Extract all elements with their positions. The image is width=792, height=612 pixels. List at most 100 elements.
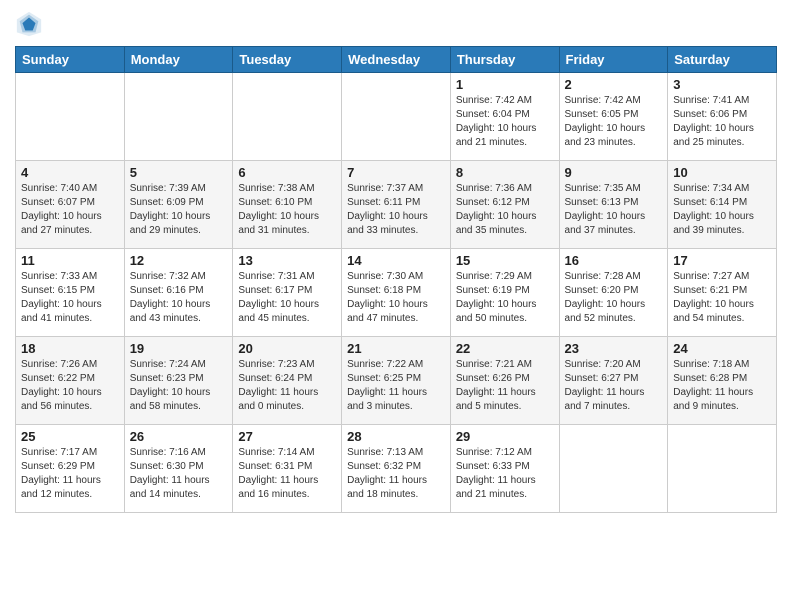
day-number: 26 <box>130 429 228 444</box>
day-info: Sunrise: 7:34 AM Sunset: 6:14 PM Dayligh… <box>673 182 771 238</box>
day-info: Sunrise: 7:30 AM Sunset: 6:18 PM Dayligh… <box>347 270 445 326</box>
calendar-cell <box>233 73 342 161</box>
calendar-cell: 27 Sunrise: 7:14 AM Sunset: 6:31 PM Dayli… <box>233 425 342 513</box>
day-info: Sunrise: 7:29 AM Sunset: 6:19 PM Dayligh… <box>456 270 554 326</box>
day-number: 11 <box>21 253 119 268</box>
day-info: Sunrise: 7:17 AM Sunset: 6:29 PM Dayligh… <box>21 446 119 502</box>
day-info: Sunrise: 7:33 AM Sunset: 6:15 PM Dayligh… <box>21 270 119 326</box>
day-info: Sunrise: 7:24 AM Sunset: 6:23 PM Dayligh… <box>130 358 228 414</box>
day-number: 29 <box>456 429 554 444</box>
day-number: 2 <box>565 77 663 92</box>
calendar-cell: 8 Sunrise: 7:36 AM Sunset: 6:12 PM Daylig… <box>450 161 559 249</box>
day-info: Sunrise: 7:18 AM Sunset: 6:28 PM Dayligh… <box>673 358 771 414</box>
week-row-1: 1 Sunrise: 7:42 AM Sunset: 6:04 PM Daylig… <box>16 73 777 161</box>
calendar-cell: 14 Sunrise: 7:30 AM Sunset: 6:18 PM Dayli… <box>342 249 451 337</box>
day-info: Sunrise: 7:28 AM Sunset: 6:20 PM Dayligh… <box>565 270 663 326</box>
day-number: 18 <box>21 341 119 356</box>
day-info: Sunrise: 7:13 AM Sunset: 6:32 PM Dayligh… <box>347 446 445 502</box>
day-number: 27 <box>238 429 336 444</box>
day-info: Sunrise: 7:14 AM Sunset: 6:31 PM Dayligh… <box>238 446 336 502</box>
page: SundayMondayTuesdayWednesdayThursdayFrid… <box>0 0 792 612</box>
calendar-cell: 21 Sunrise: 7:22 AM Sunset: 6:25 PM Dayli… <box>342 337 451 425</box>
week-row-5: 25 Sunrise: 7:17 AM Sunset: 6:29 PM Dayli… <box>16 425 777 513</box>
calendar-cell: 12 Sunrise: 7:32 AM Sunset: 6:16 PM Dayli… <box>124 249 233 337</box>
calendar-cell: 28 Sunrise: 7:13 AM Sunset: 6:32 PM Dayli… <box>342 425 451 513</box>
day-number: 14 <box>347 253 445 268</box>
day-number: 28 <box>347 429 445 444</box>
calendar-cell: 19 Sunrise: 7:24 AM Sunset: 6:23 PM Dayli… <box>124 337 233 425</box>
day-info: Sunrise: 7:35 AM Sunset: 6:13 PM Dayligh… <box>565 182 663 238</box>
day-number: 19 <box>130 341 228 356</box>
day-info: Sunrise: 7:39 AM Sunset: 6:09 PM Dayligh… <box>130 182 228 238</box>
calendar-cell: 13 Sunrise: 7:31 AM Sunset: 6:17 PM Dayli… <box>233 249 342 337</box>
calendar-cell <box>124 73 233 161</box>
day-info: Sunrise: 7:37 AM Sunset: 6:11 PM Dayligh… <box>347 182 445 238</box>
day-number: 12 <box>130 253 228 268</box>
col-header-saturday: Saturday <box>668 47 777 73</box>
calendar-cell: 7Sunrise: 7:37 AM Sunset: 6:11 PM Daylig… <box>342 161 451 249</box>
col-header-thursday: Thursday <box>450 47 559 73</box>
col-header-tuesday: Tuesday <box>233 47 342 73</box>
day-number: 24 <box>673 341 771 356</box>
calendar-cell: 24 Sunrise: 7:18 AM Sunset: 6:28 PM Dayli… <box>668 337 777 425</box>
day-number: 21 <box>347 341 445 356</box>
day-number: 6 <box>238 165 336 180</box>
day-info: Sunrise: 7:38 AM Sunset: 6:10 PM Dayligh… <box>238 182 336 238</box>
header <box>15 10 777 38</box>
logo <box>15 10 47 38</box>
col-header-friday: Friday <box>559 47 668 73</box>
calendar-cell <box>16 73 125 161</box>
calendar-cell: 18Sunrise: 7:26 AM Sunset: 6:22 PM Dayli… <box>16 337 125 425</box>
day-info: Sunrise: 7:20 AM Sunset: 6:27 PM Dayligh… <box>565 358 663 414</box>
day-number: 1 <box>456 77 554 92</box>
col-header-sunday: Sunday <box>16 47 125 73</box>
day-number: 5 <box>130 165 228 180</box>
day-number: 20 <box>238 341 336 356</box>
calendar-header-row: SundayMondayTuesdayWednesdayThursdayFrid… <box>16 47 777 73</box>
calendar-cell: 3Sunrise: 7:41 AM Sunset: 6:06 PM Daylig… <box>668 73 777 161</box>
day-info: Sunrise: 7:36 AM Sunset: 6:12 PM Dayligh… <box>456 182 554 238</box>
day-number: 13 <box>238 253 336 268</box>
day-info: Sunrise: 7:40 AM Sunset: 6:07 PM Dayligh… <box>21 182 119 238</box>
day-number: 23 <box>565 341 663 356</box>
day-number: 8 <box>456 165 554 180</box>
day-info: Sunrise: 7:42 AM Sunset: 6:05 PM Dayligh… <box>565 94 663 150</box>
day-number: 4 <box>21 165 119 180</box>
calendar-cell: 5 Sunrise: 7:39 AM Sunset: 6:09 PM Daylig… <box>124 161 233 249</box>
col-header-wednesday: Wednesday <box>342 47 451 73</box>
calendar-cell: 26 Sunrise: 7:16 AM Sunset: 6:30 PM Dayli… <box>124 425 233 513</box>
calendar-cell: 16Sunrise: 7:28 AM Sunset: 6:20 PM Dayli… <box>559 249 668 337</box>
day-info: Sunrise: 7:12 AM Sunset: 6:33 PM Dayligh… <box>456 446 554 502</box>
day-info: Sunrise: 7:41 AM Sunset: 6:06 PM Dayligh… <box>673 94 771 150</box>
day-number: 22 <box>456 341 554 356</box>
day-info: Sunrise: 7:42 AM Sunset: 6:04 PM Dayligh… <box>456 94 554 150</box>
calendar-cell: 15 Sunrise: 7:29 AM Sunset: 6:19 PM Dayli… <box>450 249 559 337</box>
calendar-cell <box>559 425 668 513</box>
day-number: 9 <box>565 165 663 180</box>
calendar-cell: 9 Sunrise: 7:35 AM Sunset: 6:13 PM Daylig… <box>559 161 668 249</box>
calendar-cell: 23 Sunrise: 7:20 AM Sunset: 6:27 PM Dayli… <box>559 337 668 425</box>
week-row-3: 11 Sunrise: 7:33 AM Sunset: 6:15 PM Dayli… <box>16 249 777 337</box>
calendar-cell: 2 Sunrise: 7:42 AM Sunset: 6:05 PM Daylig… <box>559 73 668 161</box>
calendar-cell: 22 Sunrise: 7:21 AM Sunset: 6:26 PM Dayli… <box>450 337 559 425</box>
calendar-cell: 17Sunrise: 7:27 AM Sunset: 6:21 PM Dayli… <box>668 249 777 337</box>
day-info: Sunrise: 7:32 AM Sunset: 6:16 PM Dayligh… <box>130 270 228 326</box>
calendar-cell: 4 Sunrise: 7:40 AM Sunset: 6:07 PM Daylig… <box>16 161 125 249</box>
calendar-cell: 29 Sunrise: 7:12 AM Sunset: 6:33 PM Dayli… <box>450 425 559 513</box>
week-row-2: 4 Sunrise: 7:40 AM Sunset: 6:07 PM Daylig… <box>16 161 777 249</box>
calendar-cell: 1 Sunrise: 7:42 AM Sunset: 6:04 PM Daylig… <box>450 73 559 161</box>
calendar-table: SundayMondayTuesdayWednesdayThursdayFrid… <box>15 46 777 513</box>
day-info: Sunrise: 7:21 AM Sunset: 6:26 PM Dayligh… <box>456 358 554 414</box>
calendar-cell <box>668 425 777 513</box>
day-info: Sunrise: 7:22 AM Sunset: 6:25 PM Dayligh… <box>347 358 445 414</box>
calendar-cell <box>342 73 451 161</box>
day-number: 15 <box>456 253 554 268</box>
calendar-cell: 11 Sunrise: 7:33 AM Sunset: 6:15 PM Dayli… <box>16 249 125 337</box>
day-number: 17 <box>673 253 771 268</box>
day-number: 25 <box>21 429 119 444</box>
day-info: Sunrise: 7:31 AM Sunset: 6:17 PM Dayligh… <box>238 270 336 326</box>
day-info: Sunrise: 7:23 AM Sunset: 6:24 PM Dayligh… <box>238 358 336 414</box>
logo-icon <box>15 10 43 38</box>
calendar-cell: 10Sunrise: 7:34 AM Sunset: 6:14 PM Dayli… <box>668 161 777 249</box>
day-info: Sunrise: 7:16 AM Sunset: 6:30 PM Dayligh… <box>130 446 228 502</box>
